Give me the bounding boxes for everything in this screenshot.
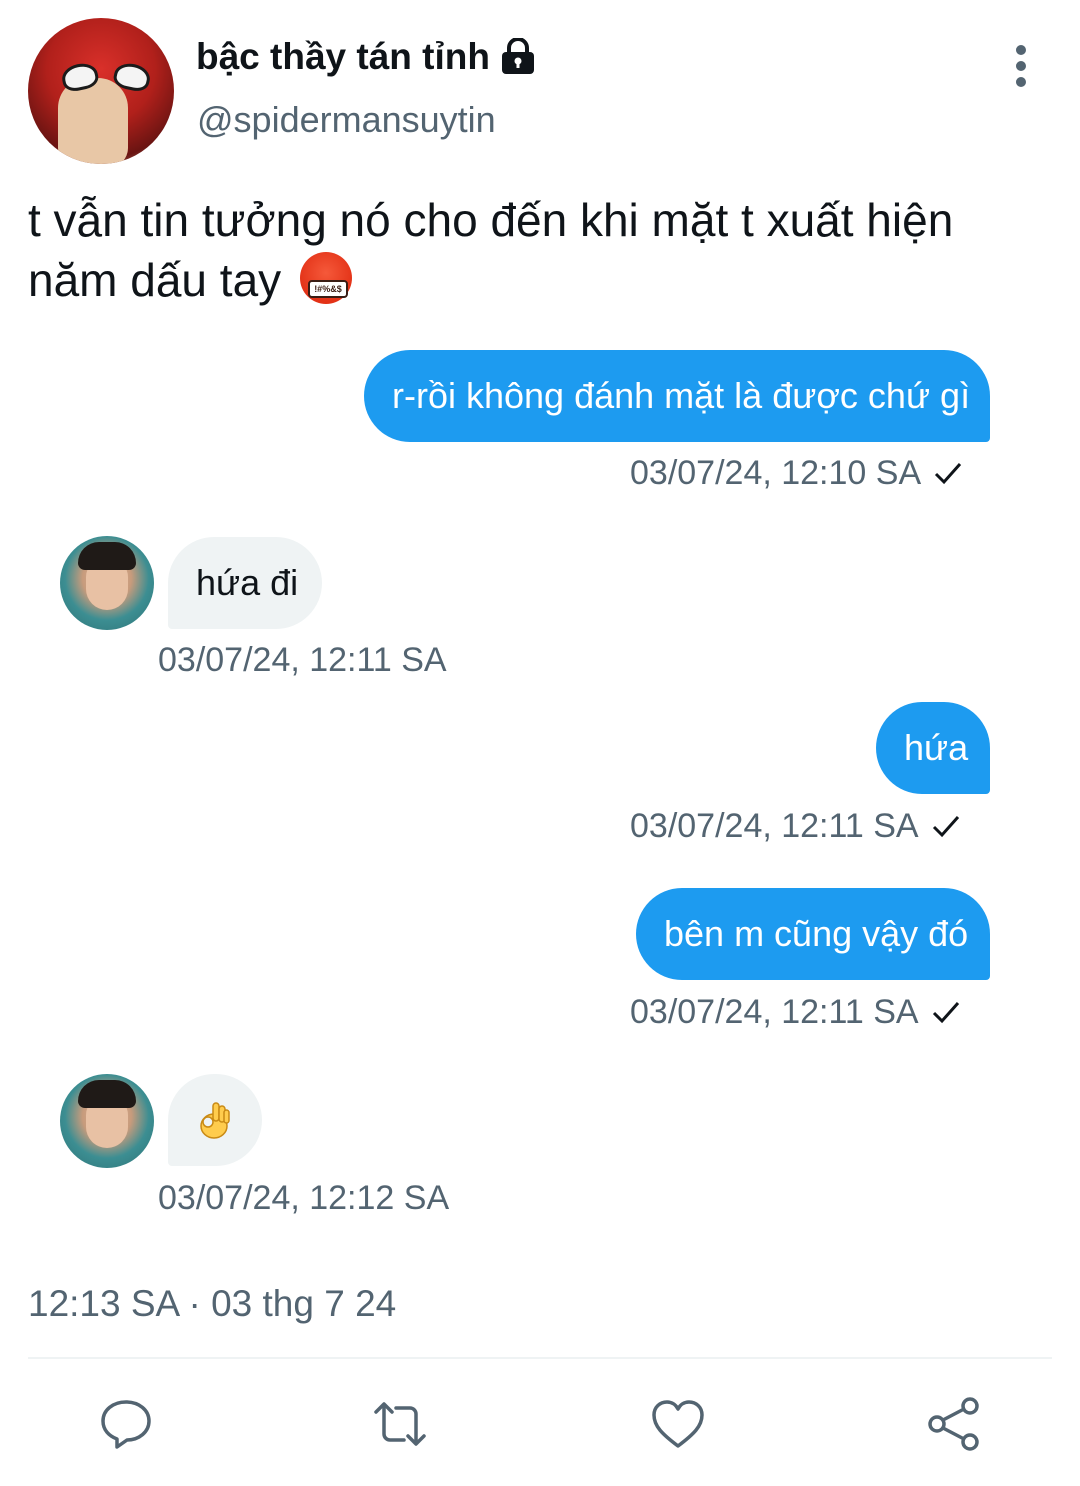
message-timestamp: 03/07/24, 12:12 SA — [158, 1179, 450, 1217]
message-timestamp: 03/07/24, 12:11 SA — [158, 641, 447, 679]
share-icon[interactable] — [926, 1396, 982, 1452]
avatar-hair — [78, 542, 136, 570]
like-icon[interactable] — [650, 1396, 706, 1452]
message-timestamp: 03/07/24, 12:11 SA — [630, 993, 961, 1032]
message-timestamp: 03/07/24, 12:11 SA — [630, 807, 961, 846]
more-vertical-icon[interactable] — [1008, 44, 1034, 88]
message-timestamp: 03/07/24, 12:10 SA — [630, 454, 963, 493]
divider — [28, 1357, 1052, 1359]
tweet-text-span: năm dấu tay — [28, 254, 282, 306]
profile-avatar[interactable] — [28, 18, 174, 164]
tweet-timestamp[interactable]: 12:13 SA · 03 thg 7 24 — [28, 1283, 396, 1325]
display-name[interactable]: bậc thầy tán tỉnh — [196, 36, 490, 78]
emoji-symbols: !#%&$ — [307, 280, 348, 298]
message-bubble-received[interactable]: hứa đi — [168, 537, 322, 629]
swearing-face-emoji-icon: !#%&$ — [299, 252, 352, 304]
avatar-hair — [78, 1080, 136, 1108]
message-bubble-sent[interactable]: bên m cũng vậy đó — [636, 888, 990, 980]
sent-check-icon — [932, 816, 959, 838]
retweet-icon[interactable] — [372, 1396, 428, 1452]
tweet-text: t vẫn tin tưởng nó cho đến khi mặt t xuấ… — [28, 190, 1058, 310]
user-handle[interactable]: @spidermansuytin — [197, 99, 496, 141]
tweet-text-line: t vẫn tin tưởng nó cho đến khi mặt t xuấ… — [28, 194, 954, 246]
sender-avatar[interactable] — [60, 1074, 154, 1168]
message-bubble-sent[interactable]: hứa — [876, 702, 990, 794]
sent-check-icon — [932, 1002, 959, 1024]
sent-check-icon — [935, 463, 962, 485]
tweet-text-line: năm dấu tay !#%&$ — [28, 250, 1058, 310]
timestamp-text: 03/07/24, 12:11 SA — [630, 993, 919, 1031]
ok-hand-emoji-icon — [200, 1102, 230, 1139]
reply-icon[interactable] — [98, 1396, 154, 1452]
timestamp-text: 03/07/24, 12:10 SA — [630, 454, 922, 492]
message-bubble-received[interactable] — [168, 1074, 262, 1166]
timestamp-text: 03/07/24, 12:11 SA — [630, 807, 919, 845]
sender-avatar[interactable] — [60, 536, 154, 630]
lock-icon — [499, 38, 537, 74]
avatar-hand — [58, 78, 128, 164]
message-bubble-sent[interactable]: r-rồi không đánh mặt là được chứ gì — [364, 350, 990, 442]
